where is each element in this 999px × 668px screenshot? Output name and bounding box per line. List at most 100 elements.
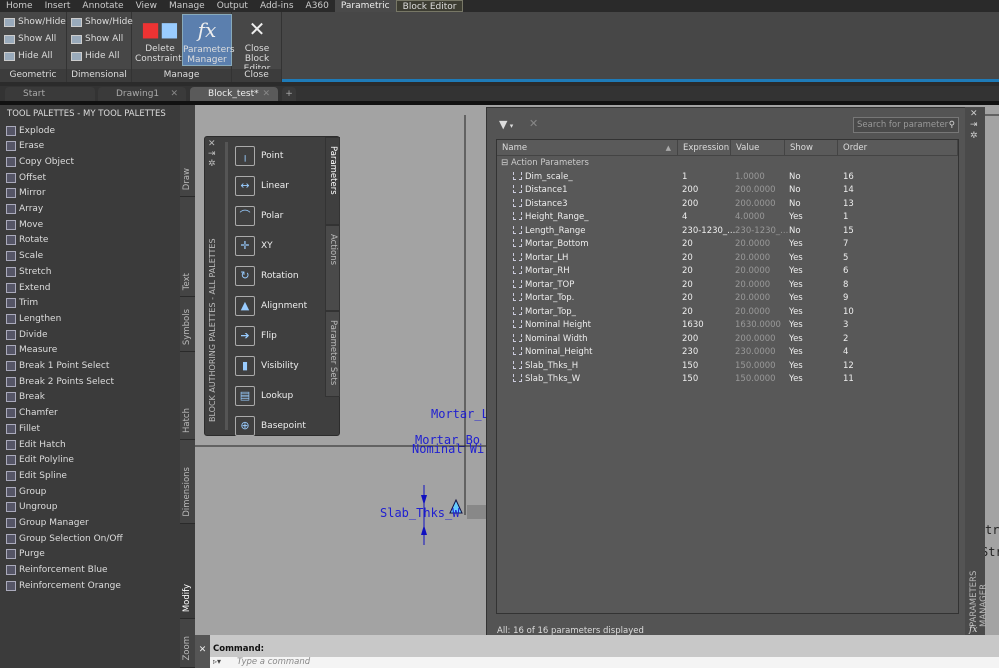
palette-tool[interactable]: Rotate	[6, 233, 48, 248]
geometric-hide-all[interactable]: Hide All	[4, 51, 53, 61]
close-tab-icon[interactable]: ✕	[262, 87, 270, 101]
ribbon-tab[interactable]: Output	[211, 0, 254, 12]
palette-tool[interactable]: Explode	[6, 123, 55, 138]
palette-tool[interactable]: Purge	[6, 547, 45, 562]
dimensional-label[interactable]: Dimensional	[67, 69, 131, 82]
prompt-icon[interactable]: ▹▾	[213, 657, 221, 666]
tab-parameters[interactable]: Parameters	[325, 137, 340, 225]
group-row[interactable]: ⊟ Action Parameters	[497, 157, 958, 171]
palette-tool[interactable]: Ungroup	[6, 500, 57, 515]
table-row[interactable]: Mortar_TOP 20 20.0000 Yes 8	[497, 279, 958, 293]
column-order[interactable]: Order	[838, 140, 958, 156]
block-param-tool[interactable]: ⌒ Polar	[235, 202, 283, 230]
command-close-icon[interactable]: ✕	[195, 635, 210, 668]
block-param-tool[interactable]: ▲ Alignment	[235, 292, 307, 320]
geometric-show-hide[interactable]: Show/Hide	[4, 17, 66, 27]
palette-tool[interactable]: Erase	[6, 139, 44, 154]
palette-tool[interactable]: Break	[6, 390, 45, 405]
table-row[interactable]: Nominal_Height 230 230.0000 Yes 4	[497, 346, 958, 360]
palette-tool[interactable]: Array	[6, 202, 43, 217]
table-row[interactable]: Length_Range 230-1230_... 230-1230_... No 15	[497, 225, 958, 239]
block-param-tool[interactable]: ↻ Rotation	[235, 262, 299, 290]
palette-tool[interactable]: Offset	[6, 170, 46, 185]
ribbon-tab[interactable]: Manage	[163, 0, 211, 12]
palette-tab[interactable]: Text	[180, 197, 195, 297]
tab-actions[interactable]: Actions	[325, 225, 340, 311]
palette-tool[interactable]: Extend	[6, 280, 51, 295]
palette-tool[interactable]: Chamfer	[6, 406, 58, 421]
close-tab-icon[interactable]: ✕	[170, 87, 178, 101]
palette-tool[interactable]: Measure	[6, 343, 57, 358]
tab-start[interactable]: Start	[5, 87, 95, 101]
block-param-tool[interactable]: ╷ Point	[235, 142, 283, 170]
column-expression[interactable]: Expression	[678, 140, 731, 156]
palette-tool[interactable]: Mirror	[6, 186, 46, 201]
table-row[interactable]: Distance1 200 200.0000 No 14	[497, 184, 958, 198]
ribbon-tab[interactable]: Block Editor	[395, 0, 464, 12]
ribbon-tab[interactable]: Insert	[39, 0, 77, 12]
ribbon-tab[interactable]: Annotate	[76, 0, 129, 12]
palette-tool[interactable]: Move	[6, 217, 43, 232]
parameters-manager-button[interactable]: fx Parameters Manager	[182, 14, 235, 66]
ribbon-tab[interactable]: Parametric	[334, 0, 396, 12]
dimensional-show-all[interactable]: Show All	[71, 34, 123, 44]
ribbon-tab[interactable]: Home	[0, 0, 39, 12]
palette-tool[interactable]: Break 2 Points Select	[6, 374, 114, 389]
block-param-tool[interactable]: ⊕ Basepoint	[235, 412, 306, 440]
palette-tool[interactable]: Reinforcement Orange	[6, 578, 121, 593]
palette-tool[interactable]: Edit Hatch	[6, 437, 66, 452]
palette-tool[interactable]: Group Manager	[6, 516, 89, 531]
palette-tab[interactable]: Hatch	[180, 352, 195, 440]
table-row[interactable]: Mortar_Top_ 20 20.0000 Yes 10	[497, 306, 958, 320]
dimensional-hide-all[interactable]: Hide All	[71, 51, 120, 61]
search-input[interactable]: Search for parameter ⚲	[853, 117, 959, 133]
new-tab-button[interactable]: +	[282, 87, 296, 101]
column-name[interactable]: Name ▲	[497, 140, 678, 156]
palette-tool[interactable]: Scale	[6, 249, 43, 264]
table-row[interactable]: Dim_scale_ 1 1.0000 No 16	[497, 171, 958, 185]
palette-tab[interactable]: Symbols	[180, 297, 195, 352]
palette-tab[interactable]: Zoom	[180, 619, 195, 668]
collapse-icon[interactable]: ⊟	[501, 157, 508, 171]
geometric-label[interactable]: Geometric	[0, 69, 66, 82]
table-row[interactable]: Mortar_LH 20 20.0000 Yes 5	[497, 252, 958, 266]
block-param-tool[interactable]: ↔ Linear	[235, 172, 289, 200]
table-row[interactable]: Mortar_RH 20 20.0000 Yes 6	[497, 265, 958, 279]
tab-parameter-sets[interactable]: Parameter Sets	[325, 311, 340, 397]
palette-tool[interactable]: Reinforcement Blue	[6, 563, 108, 578]
filter-icon[interactable]: ▼ ▾	[499, 118, 513, 131]
panel-controls[interactable]: ✕ ⇥ ✲	[970, 109, 978, 142]
palette-tool[interactable]: Edit Spline	[6, 468, 67, 483]
palette-tool[interactable]: Lengthen	[6, 311, 61, 326]
dimensional-show-hide[interactable]: Show/Hide	[71, 17, 133, 27]
column-show[interactable]: Show	[785, 140, 838, 156]
clear-filter-icon[interactable]: ✕	[529, 117, 538, 130]
palette-tool[interactable]: Fillet	[6, 421, 40, 436]
block-param-tool[interactable]: ✛ XY	[235, 232, 273, 260]
tab-block-test[interactable]: Block_test* ✕	[190, 87, 278, 101]
palette-tool[interactable]: Edit Polyline	[6, 453, 74, 468]
palette-tool[interactable]: Group Selection On/Off	[6, 531, 123, 546]
column-value[interactable]: Value	[731, 140, 785, 156]
delete-constraints-button[interactable]: ■■ Delete Constraints	[135, 14, 186, 66]
palette-tool[interactable]: Group	[6, 484, 46, 499]
palette-tab[interactable]: Modify	[180, 524, 195, 619]
palette-tab[interactable]: Dimensions	[180, 440, 195, 524]
table-row[interactable]: Height_Range_ 4 4.0000 Yes 1	[497, 211, 958, 225]
palette-tool[interactable]: Divide	[6, 327, 48, 342]
command-input[interactable]: Type a command ▹▾	[210, 657, 999, 668]
block-param-tool[interactable]: ▤ Lookup	[235, 382, 293, 410]
palette-tool[interactable]: Stretch	[6, 264, 51, 279]
palette-tool[interactable]: Copy Object	[6, 154, 74, 169]
table-row[interactable]: Nominal Height 1630 1630.0000 Yes 3	[497, 319, 958, 333]
table-row[interactable]: Mortar_Top. 20 20.0000 Yes 9	[497, 292, 958, 306]
table-row[interactable]: Slab_Thks_W 150 150.0000 Yes 11	[497, 373, 958, 387]
palette-tab[interactable]: Draw	[180, 105, 195, 197]
table-row[interactable]: Distance3 200 200.0000 No 13	[497, 198, 958, 212]
ribbon-tab[interactable]: A360	[300, 0, 335, 12]
table-row[interactable]: Nominal Width 200 200.0000 Yes 2	[497, 333, 958, 347]
palette-tool[interactable]: Break 1 Point Select	[6, 359, 109, 374]
palette-controls[interactable]: ✕ ⇥ ✲	[208, 139, 216, 169]
block-param-tool[interactable]: ➔ Flip	[235, 322, 277, 350]
geometric-show-all[interactable]: Show All	[4, 34, 56, 44]
